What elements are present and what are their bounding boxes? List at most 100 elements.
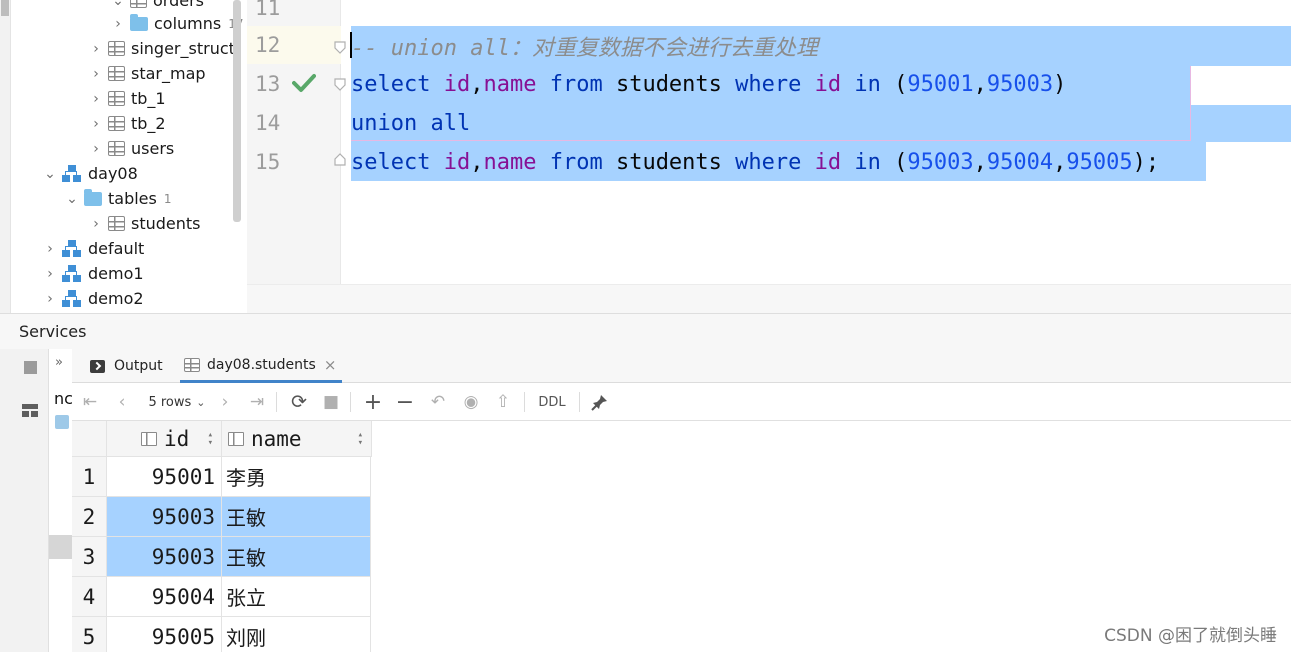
layout-icon[interactable] xyxy=(22,404,38,417)
fold-icon[interactable] xyxy=(332,76,348,92)
chevron-right-icon[interactable]: › xyxy=(42,241,58,257)
chevron-right-icon[interactable]: › xyxy=(88,91,104,107)
code-token: 95005 xyxy=(1066,150,1133,175)
chevron-right-icon[interactable]: › xyxy=(110,16,126,32)
chevron-right-icon[interactable]: › xyxy=(42,266,58,282)
tree-item-tables[interactable]: ⌄ tables 1 xyxy=(64,186,172,211)
fold-icon[interactable] xyxy=(332,152,348,168)
table-cell-name[interactable]: 刘刚 xyxy=(222,617,371,652)
table-cell-name[interactable]: 王敏 xyxy=(222,537,371,577)
refresh-icon[interactable]: ⟳ xyxy=(288,383,310,421)
table-cell-id[interactable]: 95003 xyxy=(107,497,222,537)
tree-item-students[interactable]: › students xyxy=(88,211,200,236)
chevron-right-icon[interactable]: › xyxy=(88,116,104,132)
next-page-icon[interactable]: › xyxy=(215,383,235,421)
rows-select[interactable]: 5 rows ⌄ xyxy=(142,383,212,421)
chevron-right-icon[interactable]: › xyxy=(88,66,104,82)
row-number[interactable]: 2 xyxy=(72,497,107,537)
check-icon[interactable] xyxy=(292,73,316,93)
code-comment[interactable]: -- union all：对重复数据不会进行去重处理 xyxy=(351,26,818,65)
column-header-id[interactable]: id ▴ ▾ xyxy=(107,421,222,457)
code-line-14[interactable]: union all xyxy=(351,104,470,143)
table-cell-id[interactable]: 95003 xyxy=(107,537,222,577)
prev-page-icon[interactable]: ‹ xyxy=(112,383,132,421)
code-token: , xyxy=(470,150,484,175)
add-row-icon[interactable]: + xyxy=(362,383,384,421)
tab-output[interactable]: Output xyxy=(90,349,163,383)
tree-item-star-map[interactable]: › star_map xyxy=(88,61,205,86)
code-token: , xyxy=(1053,150,1067,175)
table-cell-name[interactable]: 张立 xyxy=(222,577,371,617)
row-number[interactable]: 1 xyxy=(72,457,107,497)
code-token: 95003 xyxy=(907,150,974,175)
code-token: select xyxy=(351,72,431,97)
count-badge: 1 xyxy=(163,191,172,206)
row-number[interactable]: 5 xyxy=(72,617,107,652)
gutter-marker xyxy=(1,0,9,16)
table-cell-id[interactable]: 95001 xyxy=(107,457,222,497)
chevron-down-icon[interactable]: ⌄ xyxy=(110,0,126,9)
view-icon[interactable]: ◉ xyxy=(460,383,482,421)
table-cell-id[interactable]: 95004 xyxy=(107,577,222,617)
toolbar-separator xyxy=(350,392,351,412)
tree-item-demo1[interactable]: › demo1 xyxy=(42,261,143,286)
delete-row-icon[interactable]: − xyxy=(394,383,416,421)
code-token: ( xyxy=(880,150,908,175)
first-page-icon[interactable]: ⇤ xyxy=(80,383,100,421)
tree-item-default[interactable]: › default xyxy=(42,236,144,261)
stop-icon[interactable] xyxy=(24,361,37,374)
chevron-right-icon[interactable]: › xyxy=(88,216,104,232)
line-number: 12 xyxy=(255,33,281,57)
chevron-right-icon[interactable]: › xyxy=(42,291,58,307)
tab-day08-students[interactable]: day08.students × xyxy=(180,349,343,383)
more-icon[interactable]: » xyxy=(55,355,63,370)
sql-editor[interactable]: 11 12 13 14 15 -- union all：对重复数据不会进行去重处… xyxy=(247,0,1291,284)
tree-scrollbar[interactable] xyxy=(233,0,241,222)
chevron-down-icon[interactable]: ⌄ xyxy=(42,166,58,182)
revert-icon[interactable]: ↶ xyxy=(427,383,449,421)
toolbar-separator xyxy=(579,392,580,412)
close-icon[interactable]: × xyxy=(324,356,337,374)
tree-item-demo2[interactable]: › demo2 xyxy=(42,286,143,311)
code-token: from xyxy=(549,72,603,97)
last-page-icon[interactable]: ⇥ xyxy=(247,383,267,421)
sort-icon[interactable]: ▴ ▾ xyxy=(358,430,363,447)
table-cell-name[interactable]: 李勇 xyxy=(222,457,371,497)
code-token: , xyxy=(973,150,987,175)
chevron-right-icon[interactable]: › xyxy=(88,141,104,157)
code-line-15[interactable]: select id, name from students where id in… xyxy=(351,143,1159,182)
sort-icon[interactable]: ▴ ▾ xyxy=(208,430,213,447)
column-header-name[interactable]: name ▴ ▾ xyxy=(222,421,372,457)
tree-item-users[interactable]: › users xyxy=(88,136,174,161)
row-number[interactable]: 3 xyxy=(72,537,107,577)
table-icon xyxy=(108,216,125,231)
table-cell-id[interactable]: 95005 xyxy=(107,617,222,652)
ddl-button[interactable]: DDL xyxy=(534,383,570,421)
line-number: 13 xyxy=(255,72,281,96)
services-tree-item[interactable]: nc xyxy=(54,389,72,408)
code-line-13[interactable]: select id, name from students where id in… xyxy=(351,65,1066,104)
table-icon xyxy=(108,66,125,81)
tree-item-columns[interactable]: ›columns17 xyxy=(110,11,244,36)
chevron-right-icon[interactable]: › xyxy=(88,41,104,57)
pin-icon[interactable] xyxy=(591,393,609,411)
code-token: , xyxy=(470,72,484,97)
project-tree: ⌄orders›columns17›singer_struct›star_map… xyxy=(0,0,247,313)
schema-icon xyxy=(62,289,82,308)
fold-icon[interactable] xyxy=(332,39,348,55)
submit-icon[interactable]: ⇧ xyxy=(492,383,514,421)
text-caret xyxy=(350,32,352,58)
tree-item-singer-struct[interactable]: › singer_struct xyxy=(88,36,235,61)
tree-item-tb-2[interactable]: › tb_2 xyxy=(88,111,165,136)
code-token: students xyxy=(615,150,722,175)
tree-item-day08[interactable]: ⌄ day08 xyxy=(42,161,138,186)
table-cell-name[interactable]: 王敏 xyxy=(222,497,371,537)
code-token: , xyxy=(973,72,987,97)
tree-item-tb-1[interactable]: › tb_1 xyxy=(88,86,165,111)
stop-icon[interactable]: ■ xyxy=(321,383,341,421)
chevron-down-icon[interactable]: ⌄ xyxy=(64,191,80,207)
row-number[interactable]: 4 xyxy=(72,577,107,617)
result-toolbar: ⇤ ‹ 5 rows ⌄ › ⇥ ⟳ ■ + − ↶ ◉ ⇧ DDL xyxy=(72,383,1291,421)
